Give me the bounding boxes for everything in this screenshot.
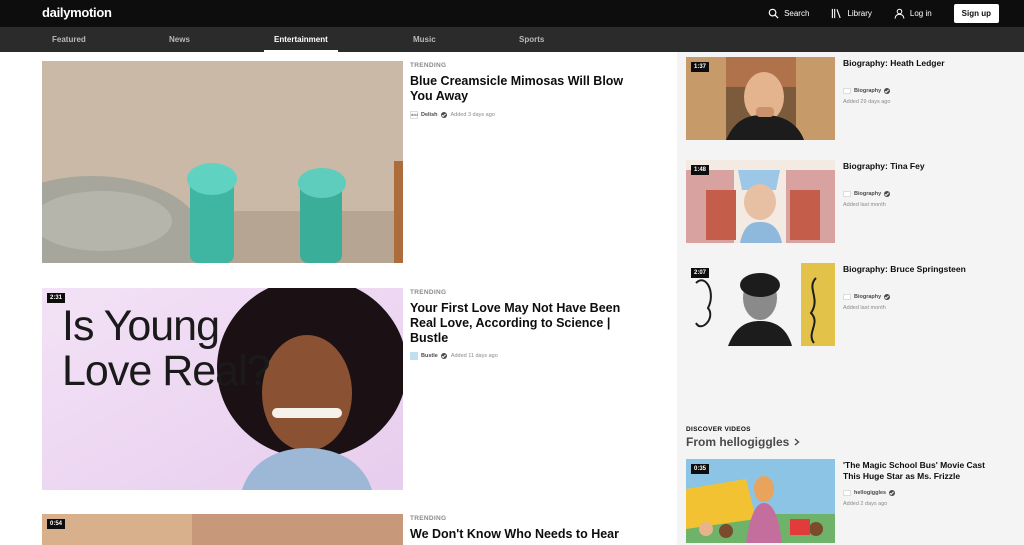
duration-badge: 2:07	[691, 268, 710, 278]
verified-icon	[884, 294, 891, 300]
sidebar-thumbnail-bruce-springsteen[interactable]: 2:07	[686, 263, 835, 346]
verified-icon	[884, 191, 891, 197]
user-icon	[894, 8, 905, 19]
added-date: Added 29 days ago	[843, 99, 891, 105]
tab-music[interactable]: Music	[413, 27, 436, 52]
channel-logo: ddd	[410, 111, 418, 119]
thumbnail-overlay-text: Is Young Love Real?	[62, 302, 271, 395]
added-date: Added last month	[843, 202, 886, 208]
verified-icon	[440, 112, 447, 118]
added-date: Added 3 days ago	[450, 112, 495, 118]
sidebar-video-meta: Biography Added last month	[843, 191, 891, 208]
channel-name[interactable]: Biography	[854, 294, 881, 300]
added-date: Added 11 days ago	[450, 353, 498, 359]
needs-to-hear-thumbnail-image	[42, 514, 403, 545]
video-title[interactable]: We Don't Know Who Needs to Hear	[410, 527, 640, 542]
verified-icon	[440, 353, 447, 359]
channel-logo	[843, 490, 851, 496]
added-date: Added 2 days ago	[843, 501, 888, 507]
discover-channel-link[interactable]: From hellogiggles	[686, 435, 801, 449]
login-label: Log in	[909, 9, 932, 18]
channel-name[interactable]: hellogiggles	[854, 490, 886, 496]
video-meta: ddd Delish Added 3 days ago	[410, 111, 495, 119]
video-title[interactable]: Blue Creamsicle Mimosas Will Blow You Aw…	[410, 74, 630, 104]
channel-logo	[843, 88, 851, 94]
trending-label: TRENDING	[410, 289, 447, 296]
mimosa-thumbnail-image	[42, 61, 403, 263]
trending-label: TRENDING	[410, 62, 447, 69]
sidebar-thumbnail-magic-school-bus[interactable]: 0:35	[686, 459, 835, 543]
channel-name[interactable]: Delish	[421, 112, 438, 118]
verified-icon	[889, 490, 896, 496]
top-bar: dailymotion Search Library Log in Sign u…	[0, 0, 1024, 27]
video-thumbnail-young-love[interactable]: Is Young Love Real? 2:31	[42, 288, 403, 490]
discover-label: DISCOVER VIDEOS	[686, 426, 751, 433]
search-button[interactable]: Search	[768, 8, 809, 19]
sidebar-video-title[interactable]: Biography: Tina Fey	[843, 161, 1013, 172]
tab-news[interactable]: News	[169, 27, 190, 52]
channel-logo	[843, 191, 851, 197]
duration-badge: 0:35	[691, 464, 710, 474]
duration-badge: 1:48	[691, 165, 710, 175]
tab-sports[interactable]: Sports	[519, 27, 544, 52]
sidebar-video-title[interactable]: 'The Magic School Bus' Movie Cast This H…	[843, 460, 1003, 482]
sidebar-video-meta: hellogiggles Added 2 days ago	[843, 490, 896, 507]
video-meta: Bustle Added 11 days ago	[410, 352, 498, 360]
library-label: Library	[847, 9, 872, 18]
trending-label: TRENDING	[410, 515, 447, 522]
channel-logo	[410, 352, 418, 360]
search-icon	[768, 8, 779, 19]
signup-button[interactable]: Sign up	[953, 4, 999, 23]
duration-badge: 2:31	[47, 293, 66, 303]
tab-featured[interactable]: Featured	[52, 27, 86, 52]
channel-name[interactable]: Bustle	[421, 353, 438, 359]
video-title[interactable]: Your First Love May Not Have Been Real L…	[410, 301, 635, 346]
library-icon	[832, 8, 842, 19]
library-button[interactable]: Library	[831, 8, 872, 19]
chevron-right-icon	[794, 438, 800, 446]
sidebar-thumbnail-heath-ledger[interactable]: 1:37	[686, 57, 835, 140]
sidebar-video-meta: Biography Added last month	[843, 294, 891, 311]
sidebar-video-meta: Biography Added 29 days ago	[843, 88, 890, 105]
sidebar-video-title[interactable]: Biography: Heath Ledger	[843, 58, 1013, 69]
dailymotion-logo[interactable]: dailymotion	[42, 5, 112, 20]
login-button[interactable]: Log in	[894, 8, 932, 19]
duration-badge: 0:54	[47, 519, 66, 529]
tab-entertainment[interactable]: Entertainment	[264, 27, 338, 52]
video-thumbnail-needs-to-hear[interactable]: 0:54	[42, 514, 403, 545]
category-nav: Featured News Entertainment Music Sports	[0, 27, 1024, 52]
channel-name[interactable]: Biography	[854, 88, 881, 94]
channel-name[interactable]: Biography	[854, 191, 881, 197]
channel-logo	[843, 294, 851, 300]
top-actions: Search Library Log in Sign up	[746, 0, 999, 27]
duration-badge: 1:37	[691, 62, 710, 72]
search-label: Search	[784, 9, 810, 18]
verified-icon	[884, 88, 891, 94]
added-date: Added last month	[843, 305, 886, 311]
discover-title: From hellogiggles	[686, 435, 790, 449]
video-thumbnail-mimosas[interactable]	[42, 61, 403, 263]
sidebar-video-title[interactable]: Biography: Bruce Springsteen	[843, 264, 1013, 275]
sidebar-thumbnail-tina-fey[interactable]: 1:48	[686, 160, 835, 243]
